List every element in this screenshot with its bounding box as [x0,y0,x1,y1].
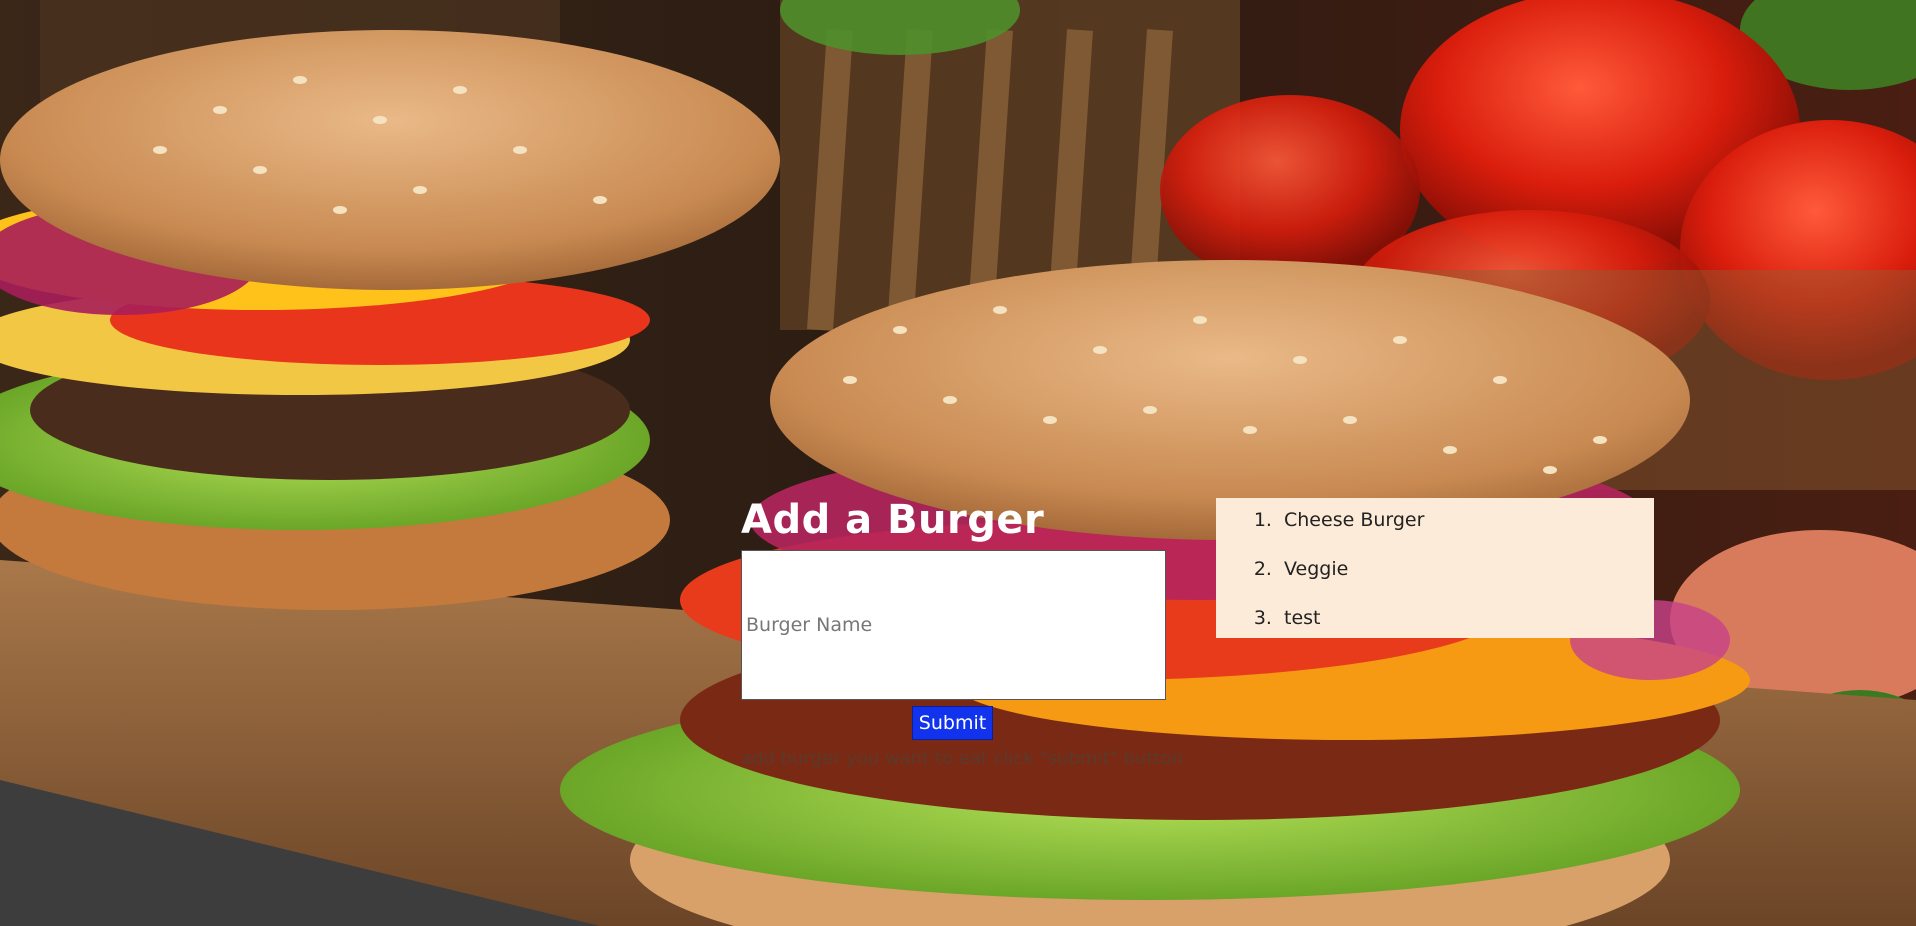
form-title: Add a Burger [741,497,1045,543]
list-item: Cheese Burger [1278,508,1654,557]
help-text: add burger you want to eat click "submit… [741,748,1183,769]
burger-list-panel: Cheese Burger Veggie test [1216,498,1654,638]
background-burger-photo [0,0,1916,926]
list-item: Veggie [1278,557,1654,606]
add-burger-form: Add a Burger Submit add burger you want … [741,496,1183,769]
page: Add a Burger Submit add burger you want … [0,0,1916,926]
burger-list: Cheese Burger Veggie test [1216,498,1654,655]
list-item: test [1278,606,1654,655]
burger-name-input[interactable] [741,550,1166,700]
submit-button[interactable]: Submit [912,706,993,740]
